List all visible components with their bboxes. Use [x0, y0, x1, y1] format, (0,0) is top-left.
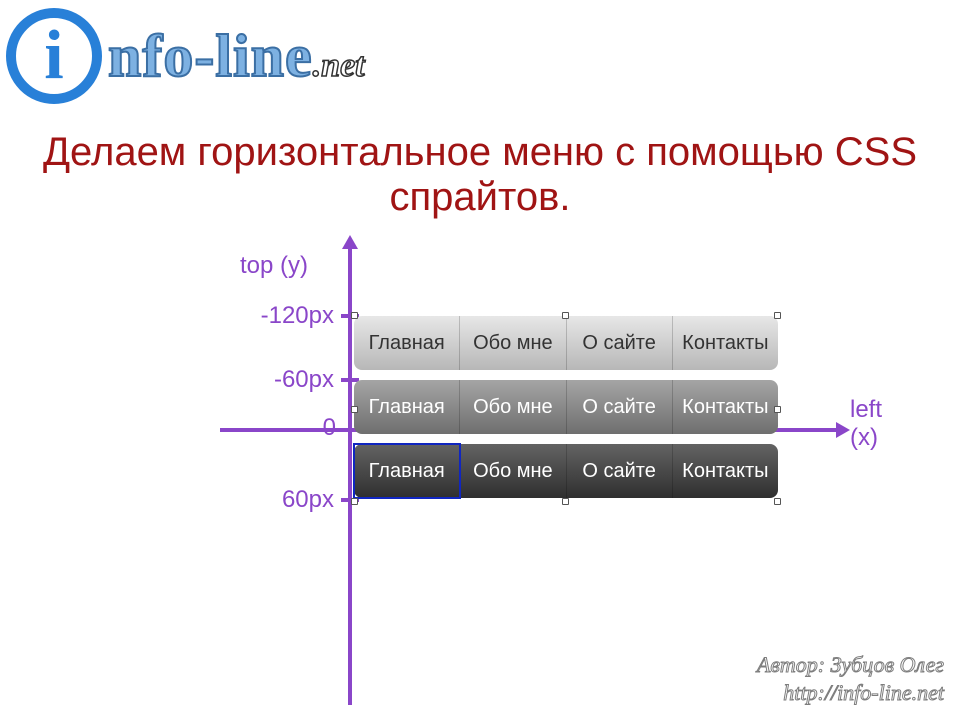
watermark-author: Автор: Зубцов Олег: [757, 651, 944, 679]
y-axis-arrow-icon: [342, 235, 358, 249]
handle-dot-icon: [351, 498, 358, 505]
sprite-row-medium: Главная Обо мне О сайте Контакты: [354, 380, 778, 434]
author-watermark: Автор: Зубцов Олег http://info-line.net: [757, 651, 944, 706]
handle-dot-icon: [562, 312, 569, 319]
handle-dot-icon: [774, 498, 781, 505]
site-logo: i nfo-line.net: [6, 8, 365, 104]
menu-cell: Главная: [354, 316, 460, 370]
menu-cell: Контакты: [673, 380, 778, 434]
menu-cell: Контакты: [673, 444, 778, 498]
menu-cell: О сайте: [567, 380, 673, 434]
menu-cell-label: Контакты: [682, 396, 768, 419]
menu-cell: О сайте: [567, 444, 673, 498]
menu-cell-label: Обо мне: [473, 396, 553, 419]
menu-cell: Обо мне: [460, 316, 566, 370]
y-tick-label-60: 60px: [282, 486, 334, 514]
y-axis-label: top (y): [240, 252, 308, 280]
menu-cell-label: О сайте: [582, 460, 655, 483]
menu-cell-label: Контакты: [682, 460, 768, 483]
menu-cell-label: Обо мне: [473, 460, 553, 483]
menu-cell: Контакты: [673, 316, 778, 370]
x-axis-label: left (x): [850, 396, 882, 452]
menu-cell: Обо мне: [460, 444, 566, 498]
menu-cell: Главная: [354, 380, 460, 434]
handle-dot-icon: [351, 406, 358, 413]
watermark-url: http://info-line.net: [757, 679, 944, 707]
handle-dot-icon: [774, 406, 781, 413]
y-tick-label-neg120: -120px: [261, 302, 334, 330]
menu-cell-label: Главная: [369, 460, 445, 483]
menu-cell: Главная: [354, 444, 460, 498]
menu-cell-label: Главная: [369, 332, 445, 355]
logo-badge-icon: i: [6, 8, 102, 104]
menu-cell: Обо мне: [460, 380, 566, 434]
sprite-row-light: Главная Обо мне О сайте Контакты: [354, 316, 778, 370]
handle-dot-icon: [351, 312, 358, 319]
y-tick-label-0: 0: [323, 414, 336, 442]
menu-cell-label: Главная: [369, 396, 445, 419]
menu-cell-label: Обо мне: [473, 332, 553, 355]
page-title: Делаем горизонтальное меню с помощью CSS…: [0, 130, 960, 220]
y-tick-label-neg60: -60px: [274, 366, 334, 394]
handle-dot-icon: [562, 498, 569, 505]
logo-brand-suffix: .net: [313, 47, 365, 84]
menu-cell: О сайте: [567, 316, 673, 370]
sprite-row-dark: Главная Обо мне О сайте Контакты: [354, 444, 778, 498]
menu-cell-label: О сайте: [582, 332, 655, 355]
logo-text: nfo-line.net: [108, 22, 365, 91]
menu-cell-label: Контакты: [682, 332, 768, 355]
logo-badge-letter: i: [44, 21, 63, 91]
handle-dot-icon: [774, 312, 781, 319]
logo-brand-main: nfo-line: [108, 23, 313, 89]
menu-cell-label: О сайте: [582, 396, 655, 419]
x-axis-arrow-icon: [836, 422, 850, 438]
